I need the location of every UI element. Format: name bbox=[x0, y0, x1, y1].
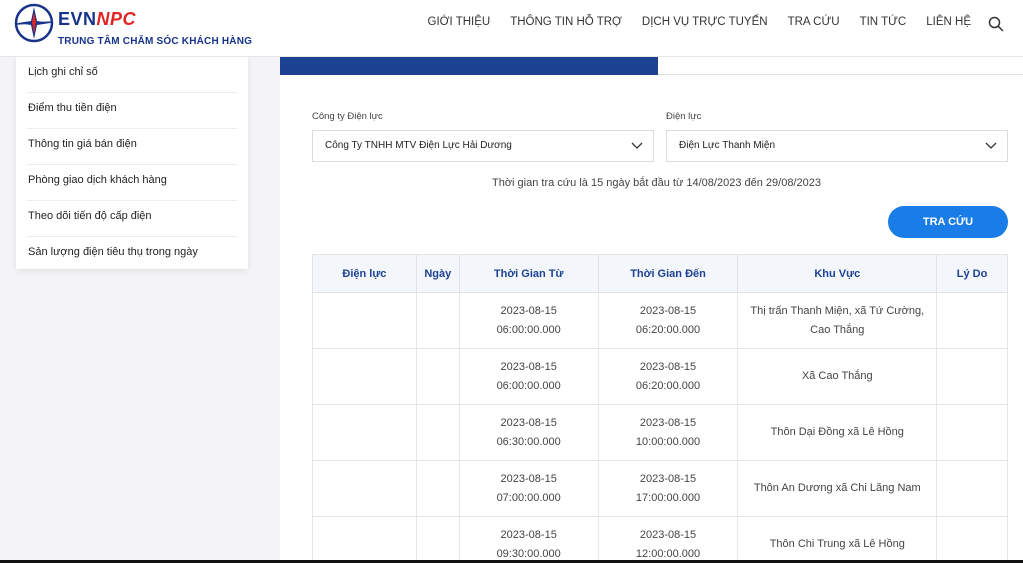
site-header: EVNNPC TRUNG TÂM CHĂM SÓC KHÁCH HÀNG GIỚ… bbox=[0, 0, 1023, 57]
sidebar-item-lich-ghi-chi-so[interactable]: Lịch ghi chỉ số bbox=[27, 57, 237, 93]
tu-time: 06:00:00.000 bbox=[496, 379, 561, 392]
nav-dich-vu-truc-tuyen[interactable]: DỊCH VỤ TRỰC TUYẾN bbox=[642, 16, 768, 28]
company-label: Công ty Điện lực bbox=[312, 111, 383, 122]
col-thoi-gian-tu: Thời Gian Từ bbox=[458, 254, 599, 293]
cell-ly-do bbox=[936, 348, 1008, 405]
nav-lien-he[interactable]: LIÊN HỆ bbox=[926, 16, 971, 28]
company-select[interactable]: Công Ty TNHH MTV Điện Lực Hải Dương bbox=[312, 130, 654, 162]
tu-time: 06:30:00.000 bbox=[496, 435, 561, 448]
col-ly-do: Lý Do bbox=[936, 254, 1008, 293]
cell-thoi-gian-tu: 2023-08-15 06:30:00.000 bbox=[458, 404, 599, 461]
table-row: 2023-08-15 06:30:00.000 2023-08-15 10:00:0… bbox=[312, 404, 1008, 461]
sidebar-item-san-luong-dien[interactable]: Sản lượng điện tiêu thụ trong ngày bbox=[27, 237, 237, 273]
den-date: 2023-08-15 bbox=[639, 416, 697, 429]
tab-bar bbox=[280, 57, 1023, 75]
cell-ly-do bbox=[936, 404, 1008, 461]
tu-time: 07:00:00.000 bbox=[496, 491, 561, 504]
cell-ngay bbox=[415, 292, 460, 349]
evn-logo-icon[interactable] bbox=[14, 3, 54, 43]
brand-npc: NPC bbox=[96, 9, 137, 29]
den-time: 06:20:00.000 bbox=[635, 323, 701, 336]
cell-thoi-gian-tu: 2023-08-15 06:00:00.000 bbox=[458, 292, 599, 349]
cell-khu-vuc: Thôn Dại Đồng xã Lê Hồng bbox=[737, 404, 938, 461]
branch-select[interactable]: Điện Lực Thanh Miện bbox=[666, 130, 1008, 162]
cell-ngay bbox=[415, 516, 460, 563]
sidebar-item-diem-thu-tien-dien[interactable]: Điểm thu tiền điện bbox=[27, 93, 237, 129]
period-note: Thời gian tra cứu là 15 ngày bắt đầu từ … bbox=[492, 177, 821, 189]
nav-gioi-thieu[interactable]: GIỚI THIỆU bbox=[428, 16, 491, 28]
cell-thoi-gian-den: 2023-08-15 06:20:00.000 bbox=[597, 292, 739, 349]
table-header-row: Điện lực Ngày Thời Gian Từ Thời Gian Đến… bbox=[312, 254, 1008, 293]
main-nav: GIỚI THIỆU THÔNG TIN HỖ TRỢ DỊCH VỤ TRỰC… bbox=[428, 16, 971, 28]
cell-dien-luc bbox=[312, 348, 417, 405]
table-row: 2023-08-15 09:30:00.000 2023-08-15 12:00:0… bbox=[312, 516, 1008, 563]
cell-ngay bbox=[415, 404, 460, 461]
den-date: 2023-08-15 bbox=[639, 528, 697, 541]
search-button[interactable]: TRA CỨU bbox=[888, 206, 1008, 238]
cell-thoi-gian-den: 2023-08-15 12:00:00.000 bbox=[597, 516, 739, 563]
cell-dien-luc bbox=[312, 516, 417, 563]
cell-ly-do bbox=[936, 516, 1008, 563]
sidebar-item-phong-giao-dich[interactable]: Phòng giao dịch khách hàng bbox=[27, 165, 237, 201]
tu-date: 2023-08-15 bbox=[500, 472, 557, 485]
tu-time: 06:00:00.000 bbox=[496, 323, 561, 336]
chevron-down-icon bbox=[631, 142, 643, 149]
cell-dien-luc bbox=[312, 292, 417, 349]
cell-ly-do bbox=[936, 460, 1008, 517]
cell-thoi-gian-tu: 2023-08-15 06:00:00.000 bbox=[458, 348, 599, 405]
col-ngay: Ngày bbox=[415, 254, 460, 293]
cell-khu-vuc: Thôn An Dương xã Chi Lăng Nam bbox=[737, 460, 938, 517]
table-row: 2023-08-15 06:00:00.000 2023-08-15 06:20:0… bbox=[312, 348, 1008, 405]
cell-thoi-gian-tu: 2023-08-15 09:30:00.000 bbox=[458, 516, 599, 563]
company-select-value: Công Ty TNHH MTV Điện Lực Hải Dương bbox=[325, 140, 512, 151]
den-time: 17:00:00.000 bbox=[635, 491, 701, 504]
tu-date: 2023-08-15 bbox=[500, 528, 557, 541]
cell-thoi-gian-den: 2023-08-15 10:00:00.000 bbox=[597, 404, 739, 461]
cell-dien-luc bbox=[312, 460, 417, 517]
brand-name[interactable]: EVNNPC bbox=[58, 9, 136, 30]
branch-select-value: Điện Lực Thanh Miện bbox=[679, 140, 776, 151]
search-icon[interactable] bbox=[988, 16, 1004, 32]
nav-tra-cuu[interactable]: TRA CỨU bbox=[788, 16, 840, 28]
chevron-down-icon bbox=[985, 142, 997, 149]
cell-khu-vuc: Thôn Chi Trung xã Lê Hồng bbox=[737, 516, 938, 563]
branch-label: Điện lực bbox=[666, 111, 702, 122]
tu-date: 2023-08-15 bbox=[500, 416, 557, 429]
tab-active-indicator[interactable] bbox=[280, 57, 658, 75]
nav-tin-tuc[interactable]: TIN TỨC bbox=[860, 16, 907, 28]
col-khu-vuc: Khu Vực bbox=[737, 254, 938, 293]
main-content: Công ty Điện lực Công Ty TNHH MTV Điện L… bbox=[280, 57, 1023, 563]
table-row: 2023-08-15 07:00:00.000 2023-08-15 17:00:0… bbox=[312, 460, 1008, 517]
den-date: 2023-08-15 bbox=[639, 304, 697, 317]
den-date: 2023-08-15 bbox=[639, 472, 697, 485]
cell-khu-vuc: Xã Cao Thắng bbox=[737, 348, 938, 405]
cell-thoi-gian-tu: 2023-08-15 07:00:00.000 bbox=[458, 460, 599, 517]
den-date: 2023-08-15 bbox=[639, 360, 697, 373]
cell-dien-luc bbox=[312, 404, 417, 461]
table-row: 2023-08-15 06:00:00.000 2023-08-15 06:20:0… bbox=[312, 292, 1008, 349]
tu-date: 2023-08-15 bbox=[500, 304, 557, 317]
outage-table: Điện lực Ngày Thời Gian Từ Thời Gian Đến… bbox=[312, 254, 1008, 563]
tu-date: 2023-08-15 bbox=[500, 360, 557, 373]
brand-evn: EVN bbox=[58, 9, 97, 29]
brand-subtitle: TRUNG TÂM CHĂM SÓC KHÁCH HÀNG bbox=[58, 36, 253, 47]
den-time: 10:00:00.000 bbox=[635, 435, 701, 448]
cell-thoi-gian-den: 2023-08-15 17:00:00.000 bbox=[597, 460, 739, 517]
cell-ngay bbox=[415, 460, 460, 517]
sidebar-menu: Lịch ghi chỉ số Điểm thu tiền điện Thông… bbox=[16, 57, 248, 269]
cell-ngay bbox=[415, 348, 460, 405]
cell-thoi-gian-den: 2023-08-15 06:20:00.000 bbox=[597, 348, 739, 405]
sidebar-item-thong-tin-gia-ban-dien[interactable]: Thông tin giá bán điện bbox=[27, 129, 237, 165]
cell-ly-do bbox=[936, 292, 1008, 349]
col-dien-luc: Điện lực bbox=[312, 254, 417, 293]
cell-khu-vuc: Thị trấn Thanh Miện, xã Tứ Cường, Cao Th… bbox=[737, 292, 938, 349]
nav-thong-tin-ho-tro[interactable]: THÔNG TIN HỖ TRỢ bbox=[510, 16, 622, 28]
den-time: 06:20:00.000 bbox=[635, 379, 701, 392]
col-thoi-gian-den: Thời Gian Đến bbox=[597, 254, 739, 293]
sidebar-item-theo-doi-tien-do[interactable]: Theo dõi tiến độ cấp điện bbox=[27, 201, 237, 237]
